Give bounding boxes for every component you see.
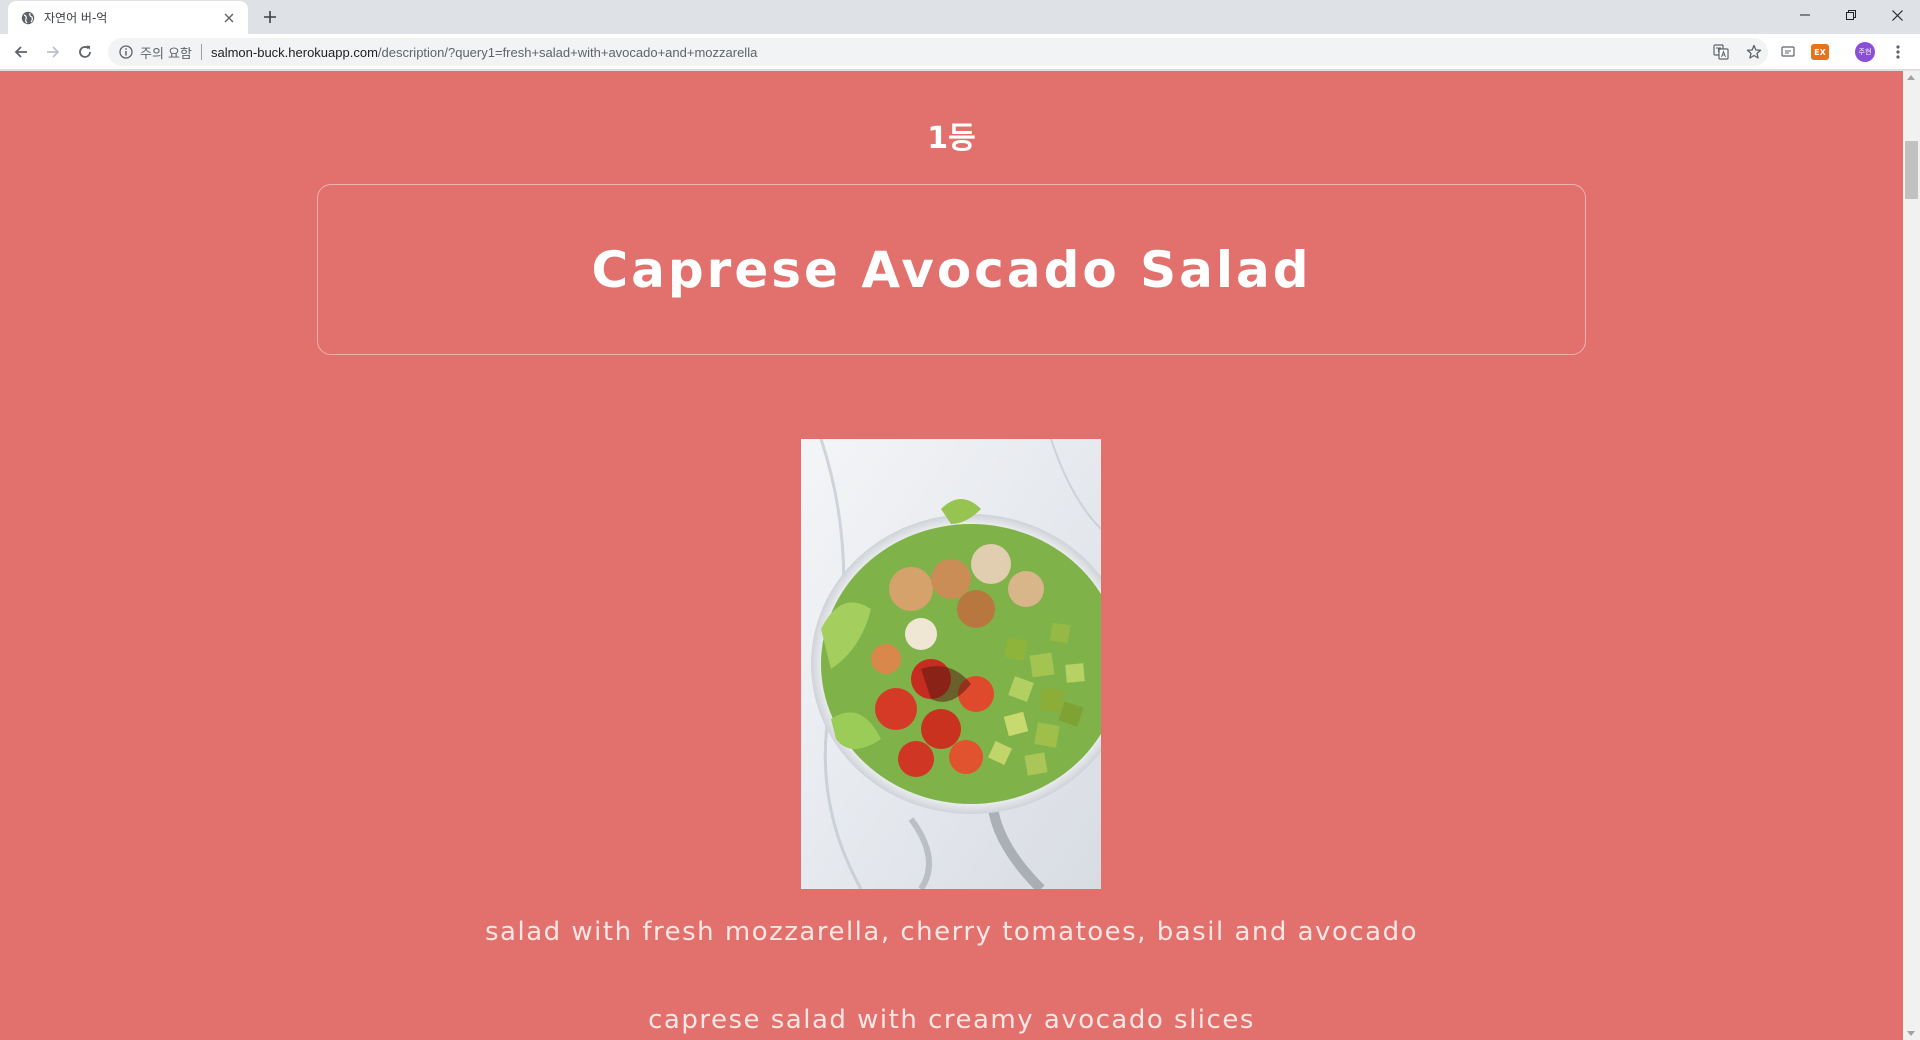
page-scrollbar[interactable] [1903, 71, 1920, 1040]
avatar[interactable]: 주현 [1853, 40, 1877, 64]
browser-tab[interactable]: 자연어 버-억 [8, 1, 248, 34]
scrollbar-thumb[interactable] [1905, 141, 1918, 199]
kebab-menu-icon[interactable] [1886, 40, 1910, 64]
window-close-icon[interactable] [1874, 0, 1920, 30]
back-arrow-icon[interactable] [7, 38, 35, 66]
scroll-down-icon[interactable] [1907, 1031, 1915, 1036]
recipe-title-box: Caprese Avocado Salad [317, 184, 1586, 355]
extension-badge: EX [1811, 44, 1829, 60]
forward-arrow-icon[interactable] [39, 38, 67, 66]
info-icon[interactable] [118, 44, 134, 60]
security-label[interactable]: 주의 요함 [140, 43, 192, 62]
plus-icon[interactable] [258, 5, 282, 29]
recipe-description-1: salad with fresh mozzarella, cherry toma… [485, 917, 1418, 947]
avatar-label: 주현 [1855, 42, 1875, 62]
rank-heading: 1등 [927, 121, 976, 156]
globe-icon [20, 10, 36, 26]
cast-icon[interactable] [1776, 40, 1800, 64]
scroll-up-icon[interactable] [1907, 75, 1915, 80]
recipe-description-2: caprese salad with creamy avocado slices [648, 1005, 1255, 1035]
restore-icon[interactable] [1828, 0, 1874, 30]
minimize-icon[interactable] [1782, 0, 1828, 30]
close-icon[interactable] [220, 9, 238, 27]
translate-icon[interactable] [1707, 38, 1735, 66]
tab-title: 자연어 버-억 [44, 11, 108, 25]
recipe-image [801, 439, 1101, 889]
recipe-title: Caprese Avocado Salad [591, 240, 1312, 299]
reload-icon[interactable] [71, 38, 99, 66]
address-separator [200, 44, 202, 60]
browser-toolbar: 주의 요함 salmon-buck.herokuapp.com/descript… [0, 34, 1920, 70]
address-bar[interactable]: 주의 요함 salmon-buck.herokuapp.com/descript… [108, 38, 1768, 66]
url-text[interactable]: salmon-buck.herokuapp.com/description/?q… [211, 45, 757, 60]
url-path: /description/?query1=fresh+salad+with+av… [377, 44, 758, 60]
star-icon[interactable] [1740, 38, 1768, 66]
extension-icon[interactable]: EX [1808, 40, 1832, 64]
page-content: 1등 Caprese Avocado Salad salad with fres… [0, 71, 1903, 1040]
tab-strip: 자연어 버-억 [0, 0, 1920, 34]
url-host: salmon-buck.herokuapp.com [210, 44, 378, 60]
